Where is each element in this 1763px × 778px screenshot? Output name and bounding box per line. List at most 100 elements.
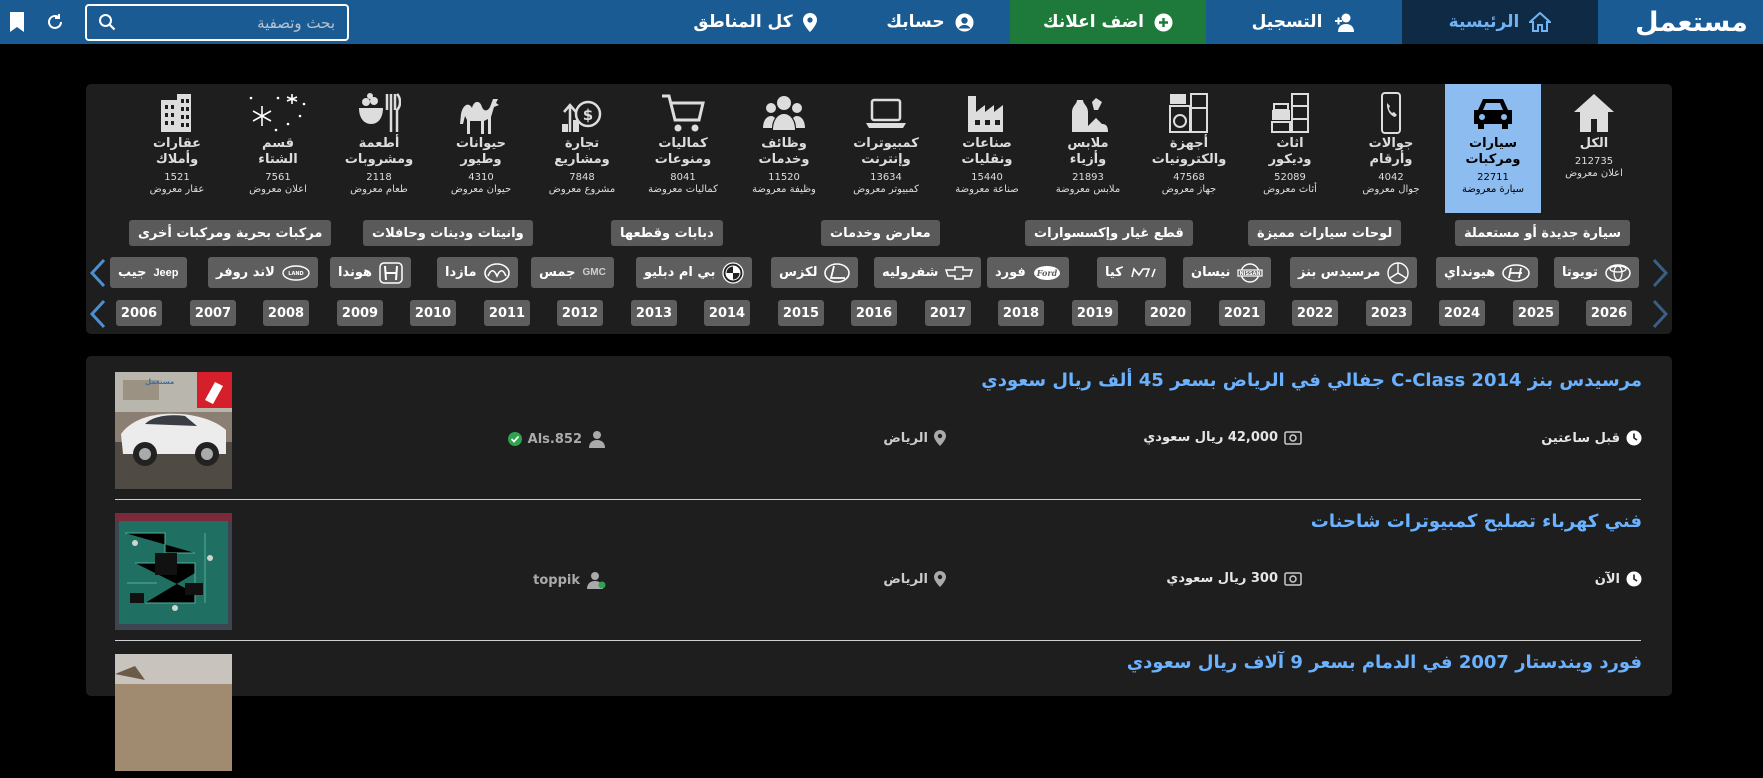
brand-mercedes[interactable]: مرسيدس بنز xyxy=(1290,257,1418,288)
year-chip[interactable]: 2012 xyxy=(557,300,603,326)
year-chip[interactable]: 2013 xyxy=(631,300,677,326)
nav-account[interactable]: حسابك xyxy=(845,0,1015,44)
year-chip[interactable]: 2024 xyxy=(1439,300,1485,326)
category-phones[interactable]: جوالات وأرقام 4042 جوال معروض xyxy=(1343,84,1439,213)
year-chip[interactable]: 2006 xyxy=(116,300,162,326)
brand-honda[interactable]: هوندا xyxy=(330,257,412,288)
category-computers[interactable]: كمبيوترات وإنترنت 13634 كمبيوتر معروض xyxy=(838,84,934,213)
year-chip[interactable]: 2008 xyxy=(263,300,309,326)
category-name: قسم الشتاء xyxy=(258,136,298,167)
map-pin-icon xyxy=(934,571,946,587)
nav-register[interactable]: التسجيل xyxy=(1206,0,1402,44)
year-chip[interactable]: 2011 xyxy=(484,300,530,326)
listing-item[interactable]: مرسيدس بنز C-Class 2014 جفالي في الرياض … xyxy=(86,356,1672,500)
category-clothes[interactable]: ملابس وأزياء 21893 ملابس معروضة xyxy=(1040,84,1136,213)
year-chip[interactable]: 2016 xyxy=(851,300,897,326)
year-chip[interactable]: 2010 xyxy=(410,300,456,326)
lexus-logo xyxy=(824,262,851,283)
subcategory-motorbikes[interactable]: دبابات وقطعها xyxy=(611,220,723,246)
brand-label: هوندا xyxy=(338,265,373,280)
listing-user-text: Als.852 xyxy=(527,431,582,447)
brand-hyundai[interactable]: هيونداي xyxy=(1436,257,1539,288)
subcategory-pickups[interactable]: وانيتات ودينات وحافلات xyxy=(363,220,533,246)
category-name: جوالات وأرقام xyxy=(1368,136,1414,167)
nav-add-ad-button[interactable]: اضف اعلانك xyxy=(1010,0,1206,44)
brand-lexus[interactable]: لكزس xyxy=(771,257,859,288)
year-chip[interactable]: 2015 xyxy=(778,300,824,326)
category-industry[interactable]: صناعات ونقليات 15440 صناعة معروضة xyxy=(939,84,1035,213)
years-prev-arrow[interactable] xyxy=(88,299,108,333)
category-furniture[interactable]: اثاث وديكور 52089 أثاث معروض xyxy=(1242,84,1338,213)
money-growth-icon: $ xyxy=(562,100,602,132)
listing-price-text: 300 ريال سعودي xyxy=(1166,571,1278,586)
subcategory-new-used-car[interactable]: سيارة جديدة أو مستعملة xyxy=(1455,220,1631,246)
search-input[interactable] xyxy=(85,4,349,41)
bookmark-icon[interactable] xyxy=(8,11,26,37)
category-all[interactable]: الكل 212735 اعلان معروض xyxy=(1546,84,1642,213)
category-business[interactable]: $ تجارة ومشاريع 7848 مشروع معروض xyxy=(534,84,630,213)
year-chip[interactable]: 2022 xyxy=(1292,300,1338,326)
landrover-logo: LAND xyxy=(282,264,310,281)
year-chip[interactable]: 2019 xyxy=(1072,300,1118,326)
brands-next-arrow[interactable] xyxy=(1650,258,1670,292)
brand-label: هيونداي xyxy=(1444,265,1496,280)
year-chip[interactable]: 2025 xyxy=(1513,300,1559,326)
category-animals[interactable]: حيوانات وطيور 4310 حيوان معروض xyxy=(433,84,529,213)
brand-jeep[interactable]: Jeep جيب xyxy=(110,257,187,288)
subcategory-plates[interactable]: لوحات سيارات مميزة xyxy=(1248,220,1402,246)
category-realestate[interactable]: عقارات وأملاك 1521 عقار معروض xyxy=(129,84,225,213)
listing-title[interactable]: مرسيدس بنز C-Class 2014 جفالي في الرياض … xyxy=(981,370,1642,391)
category-count: 7848 xyxy=(569,172,595,183)
brand-kia[interactable]: كيا xyxy=(1097,257,1166,288)
listing-item[interactable]: فني كهرباء تصليح كمبيوترات شاحنات الآن 3… xyxy=(86,497,1672,641)
category-count: 2118 xyxy=(366,172,392,183)
subcategory-label: معارض وخدمات xyxy=(830,225,931,241)
category-food[interactable]: أطعمة ومشروبات 2118 طعام معروض xyxy=(331,84,427,213)
nav-all-regions[interactable]: كل المناطق xyxy=(670,0,840,44)
brand-ford[interactable]: Ford فورد xyxy=(987,257,1069,288)
listing-thumbnail-circuit-board[interactable] xyxy=(115,513,232,630)
subcategory-marine[interactable]: مركبات بحرية ومركبات أخرى xyxy=(129,220,332,246)
brand-chevrolet[interactable]: شفروليه xyxy=(874,257,982,288)
brand-landrover[interactable]: LAND لاند روفر xyxy=(208,257,318,288)
brand-nissan[interactable]: NISSAN نيسان xyxy=(1183,257,1272,288)
brand-bmw[interactable]: بي ام دبليو xyxy=(636,257,753,288)
listing-thumbnail-white-car[interactable]: مستعمل xyxy=(115,372,232,489)
listing-title[interactable]: فورد ويندستار 2007 في الدمام بسعر 9 آلاف… xyxy=(1127,652,1642,673)
brand-mazda[interactable]: مازدا xyxy=(437,257,518,288)
listing-title[interactable]: فني كهرباء تصليح كمبيوترات شاحنات xyxy=(1311,511,1642,532)
listing-thumbnail-building[interactable] xyxy=(115,654,232,771)
reload-icon[interactable] xyxy=(46,13,64,35)
subcategory-parts[interactable]: قطع غيار وإكسسوارات xyxy=(1025,220,1193,246)
subcategory-label: دبابات وقطعها xyxy=(620,225,714,241)
year-chip[interactable]: 2007 xyxy=(190,300,236,326)
category-accessories[interactable]: كماليات ومنوعات 8041 كماليات معروضة xyxy=(635,84,731,213)
year-chip[interactable]: 2020 xyxy=(1145,300,1191,326)
site-logo[interactable]: مستعمل xyxy=(1620,0,1763,44)
category-electronics[interactable]: أجهزة والكترونيات 47568 جهاز معروض xyxy=(1141,84,1237,213)
brands-prev-arrow[interactable] xyxy=(88,258,108,292)
year-chip[interactable]: 2023 xyxy=(1366,300,1412,326)
year-chip[interactable]: 2026 xyxy=(1586,300,1632,326)
year-chip[interactable]: 2018 xyxy=(998,300,1044,326)
year-chip[interactable]: 2017 xyxy=(925,300,971,326)
listing-item[interactable]: فورد ويندستار 2007 في الدمام بسعر 9 آلاف… xyxy=(86,638,1672,778)
category-jobs[interactable]: وظائف وخدمات 11520 وظيفة معروضة xyxy=(736,84,832,213)
brand-label: تويوتا xyxy=(1562,265,1598,280)
brand-toyota[interactable]: تويوتا xyxy=(1554,257,1639,288)
subcategory-showrooms[interactable]: معارض وخدمات xyxy=(821,220,940,246)
listing-price: 300 ريال سعودي xyxy=(1166,571,1302,586)
year-chip[interactable]: 2009 xyxy=(337,300,383,326)
years-next-arrow[interactable] xyxy=(1650,299,1670,333)
search-icon[interactable] xyxy=(98,13,116,35)
category-name: حيوانات وطيور xyxy=(455,136,507,167)
nav-home-label: الرئيسية xyxy=(1448,12,1520,32)
category-winter[interactable]: قسم الشتاء 7561 اعلان معروض xyxy=(230,84,326,213)
category-cars[interactable]: سيارات ومركبات 22711 سيارة معروضة xyxy=(1445,84,1541,213)
nav-home[interactable]: الرئيسية xyxy=(1402,0,1598,44)
year-chip[interactable]: 2014 xyxy=(704,300,750,326)
year-chip[interactable]: 2021 xyxy=(1219,300,1265,326)
listing-user[interactable]: Als.852 xyxy=(507,430,606,448)
listing-user[interactable]: toppik xyxy=(533,571,606,589)
brand-gmc[interactable]: GMC جمس xyxy=(531,257,614,288)
